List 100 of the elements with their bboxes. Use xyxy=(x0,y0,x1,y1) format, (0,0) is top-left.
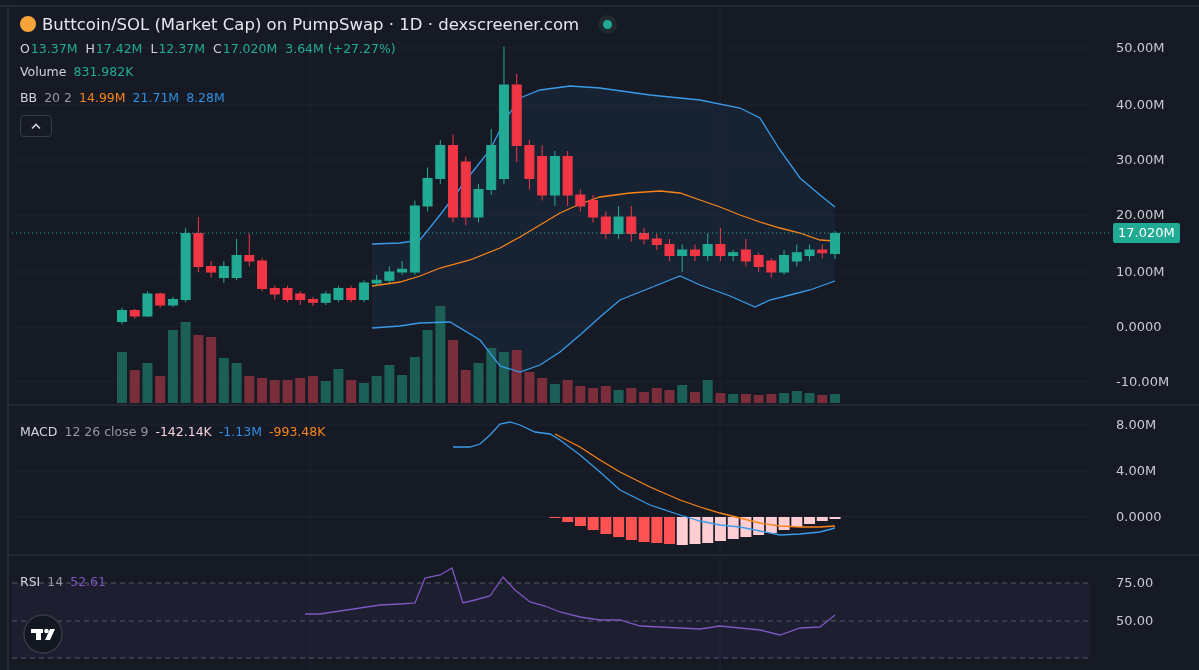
chart-title: Buttcoin/SOL (Market Cap) on PumpSwap · 1D · dexscreener.com xyxy=(42,14,580,34)
ohlc-label: C xyxy=(212,40,222,56)
macd-label: MACD xyxy=(20,423,58,439)
volume-bar xyxy=(193,335,204,403)
candlestick xyxy=(817,244,828,259)
volume-bar xyxy=(129,370,140,403)
volume-bar xyxy=(817,395,828,403)
volume-bar xyxy=(473,363,484,403)
histogram-bar xyxy=(727,517,739,539)
histogram-bar xyxy=(778,517,790,530)
rsi-value: 52.61 xyxy=(70,573,106,589)
histogram-bar xyxy=(625,517,637,540)
candlestick xyxy=(702,233,713,262)
candlestick xyxy=(320,290,331,306)
volume-bar xyxy=(358,383,369,403)
volume-bar xyxy=(562,380,573,403)
volume-bar xyxy=(384,365,395,403)
rsi-params: 14 xyxy=(47,573,64,589)
macd-params: 12 26 close 9 xyxy=(64,423,149,439)
coin-icon xyxy=(20,16,36,32)
volume-bar xyxy=(282,380,293,403)
volume-bar xyxy=(320,381,331,403)
candlestick xyxy=(142,290,153,318)
candlestick xyxy=(473,183,484,223)
candlestick xyxy=(460,156,471,226)
axis-label: -10.00M xyxy=(1116,373,1170,391)
volume-bar xyxy=(269,380,280,403)
volume-bar xyxy=(639,392,649,403)
histogram-bar xyxy=(702,517,714,543)
volume-bar xyxy=(537,378,548,403)
ohlc-value: 12.37M xyxy=(158,40,205,56)
candlestick xyxy=(193,216,204,273)
candlestick xyxy=(549,150,560,207)
candlestick xyxy=(537,145,548,201)
volume-bar xyxy=(766,394,777,403)
candlestick xyxy=(295,290,306,306)
axis-label: 50.00M xyxy=(1116,39,1165,57)
bb-value: 14.99M xyxy=(79,89,126,105)
volume-bar xyxy=(511,350,522,403)
axis-label: 20.00M xyxy=(1116,206,1165,224)
axis-label: 50.00 xyxy=(1116,612,1154,630)
candlestick xyxy=(358,279,369,303)
volume-bar xyxy=(613,390,624,403)
volume-bar xyxy=(740,394,751,403)
candlestick xyxy=(333,285,344,303)
volume-value: 831.982K xyxy=(73,63,134,79)
volume-bar xyxy=(142,363,153,403)
candlestick xyxy=(308,296,318,307)
volume-bar xyxy=(117,352,127,403)
volume-bar xyxy=(244,376,255,403)
candlestick xyxy=(231,238,242,281)
histogram-bar xyxy=(664,517,676,544)
axis-label: 30.00M xyxy=(1116,151,1165,169)
volume-bar xyxy=(753,395,764,403)
ohlc-label: L xyxy=(150,40,158,56)
macd-value: -1.13M xyxy=(218,423,262,439)
ohlc-label: O xyxy=(20,40,30,56)
candlestick xyxy=(600,211,611,240)
volume-bar xyxy=(600,386,611,403)
candlestick xyxy=(244,233,255,267)
volume-bar xyxy=(588,388,599,403)
bb-label: BB xyxy=(20,89,38,105)
macd-value: -142.14K xyxy=(155,423,212,439)
volume-bar xyxy=(728,394,739,403)
volume-bar xyxy=(231,363,242,403)
axis-label: 0.0000 xyxy=(1116,318,1162,336)
candlestick xyxy=(384,266,395,284)
histogram-bar xyxy=(651,517,663,543)
volume-bar xyxy=(257,378,268,403)
volume-bar xyxy=(498,352,509,403)
last-price-label: 17.020M xyxy=(1113,223,1180,243)
axis-label: 40.00M xyxy=(1116,96,1165,114)
candlestick xyxy=(791,244,802,267)
candlestick xyxy=(371,274,382,287)
bb-value: 8.28M xyxy=(186,89,225,105)
axis-label: 8.00M xyxy=(1116,416,1157,434)
candlestick xyxy=(804,244,815,262)
candlestick xyxy=(651,233,662,251)
volume-bar xyxy=(295,378,306,403)
histogram-bar xyxy=(714,517,726,541)
ohlc-value: 13.37M xyxy=(30,40,78,56)
candlestick xyxy=(282,285,293,303)
volume-bar xyxy=(702,380,713,403)
candlestick xyxy=(218,260,229,284)
collapse-button[interactable] xyxy=(20,115,52,137)
candlestick xyxy=(435,139,446,185)
volume-bar xyxy=(830,394,840,403)
histogram-bar xyxy=(765,517,777,533)
volume-bar xyxy=(791,391,802,403)
volume-label: Volume xyxy=(20,63,67,79)
volume-bar xyxy=(626,388,637,403)
ohlc-label: H xyxy=(85,40,95,56)
candlestick xyxy=(117,307,127,325)
volume-bar xyxy=(371,376,382,403)
axis-label: 75.00 xyxy=(1116,574,1154,592)
volume-bar xyxy=(575,386,586,403)
candlestick xyxy=(575,189,586,212)
candlestick xyxy=(129,308,140,320)
bb-params: 20 2 xyxy=(44,89,72,105)
volume-bar xyxy=(308,376,318,403)
